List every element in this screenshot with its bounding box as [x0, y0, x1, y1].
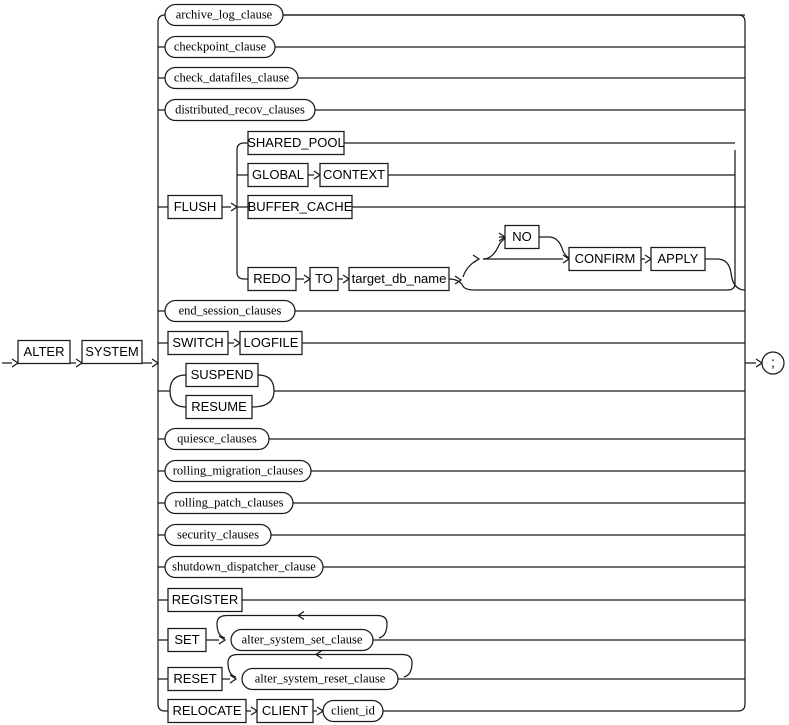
arrow-into-confirm-rail	[472, 254, 481, 264]
arrow-into-system	[75, 358, 84, 368]
resume-in-curve	[169, 390, 187, 408]
arrow-into-alter	[11, 358, 20, 368]
arrow-into-apply	[644, 254, 653, 264]
suspend-in-curve	[169, 374, 187, 392]
apply-out-curve	[705, 258, 746, 291]
railroad-canvas: ALTER SYSTEM; archive_log_clause checkpoint…	[2, 3, 785, 724]
branch-archive-log-clause-label: archive_log_clause	[176, 7, 273, 21]
arrow-into-to	[303, 274, 312, 284]
branch-reset-label: RESET	[173, 671, 216, 686]
branch-register-label: REGISTER	[172, 592, 238, 607]
arrow-into-client	[250, 706, 259, 716]
flush-target-db-name-label: target_db_name	[352, 271, 447, 286]
branch-relocate-label: RELOCATE	[172, 703, 241, 718]
redo-up-to-confirm-rail	[462, 258, 480, 278]
branch-checkpoint-clause-label: checkpoint_clause	[174, 39, 267, 53]
suspend-out-curve	[257, 374, 275, 392]
branch-switch-label: SWITCH	[172, 335, 223, 350]
branch-flush-label: FLUSH	[174, 199, 217, 214]
branch-distributed-recov-clauses-label: distributed_recov_clauses	[175, 102, 305, 116]
branch-logfile-label: LOGFILE	[244, 335, 299, 350]
keyword-system-label: SYSTEM	[85, 344, 138, 359]
branch-rolling-migration-clauses-label: rolling_migration_clauses	[173, 463, 304, 477]
redo-bypass-line	[448, 278, 736, 291]
flush-buffer-cache-label: BUFFER_CACHE	[248, 199, 353, 214]
alter-system-syntax-diagram: ALTER SYSTEM; archive_log_clause checkpoint…	[0, 0, 789, 725]
branch-alter-system-set-clause-label: alter_system_set_clause	[242, 632, 363, 646]
branch-alter-system-reset-clause-label: alter_system_reset_clause	[255, 671, 386, 685]
arrow-into-terminator	[755, 358, 764, 368]
arrow-into-target-db-name	[342, 274, 351, 284]
flush-in-redo	[236, 271, 248, 280]
diagram-generated-layer: ALTER SYSTEM; archive_log_clause checkpoint…	[2, 3, 785, 724]
branch-set-label: SET	[174, 632, 199, 647]
branch-rolling-patch-clauses-label: rolling_patch_clauses	[175, 495, 284, 509]
flush-context-label: CONTEXT	[323, 167, 385, 182]
branch-suspend-label: SUSPEND	[191, 367, 254, 382]
no-out-curve	[539, 236, 574, 260]
flush-confirm-label: CONFIRM	[575, 251, 636, 266]
branch-security-clauses-label: security_clauses	[177, 527, 259, 541]
branch-client-label: CLIENT	[262, 703, 308, 718]
arrow-into-flush-subfork	[230, 202, 239, 212]
arrow-into-context	[313, 170, 322, 180]
branch-shutdown-dispatcher-clause-label: shutdown_dispatcher_clause	[172, 559, 316, 573]
rail-out-relocate	[383, 703, 746, 712]
rail-in-curve	[157, 14, 166, 23]
branch-resume-label: RESUME	[191, 399, 247, 414]
flush-global-label: GLOBAL	[252, 167, 304, 182]
flush-shared-pool-label: SHARED_POOL	[247, 135, 345, 150]
rail-out-first-row	[283, 14, 746, 23]
arrow-into-logfile	[233, 338, 242, 348]
arrow-into-fork	[151, 358, 160, 368]
branch-client-id-label: client_id	[331, 703, 375, 717]
flush-no-label: NO	[512, 229, 532, 244]
terminator-label: ;	[771, 354, 775, 370]
keyword-alter-label: ALTER	[24, 344, 65, 359]
arrow-into-client-id	[316, 706, 325, 716]
flush-to-label: TO	[315, 271, 333, 286]
flush-apply-label: APPLY	[658, 251, 699, 266]
branch-quiesce-clauses-label: quiesce_clauses	[177, 431, 257, 445]
branch-check-datafiles-clause-label: check_datafiles_clause	[174, 70, 290, 84]
flush-redo-label: REDO	[253, 271, 291, 286]
branch-end-session-clauses-label: end_session_clauses	[179, 303, 282, 317]
rail-in-relocate	[157, 703, 168, 712]
resume-out-curve	[251, 390, 275, 408]
